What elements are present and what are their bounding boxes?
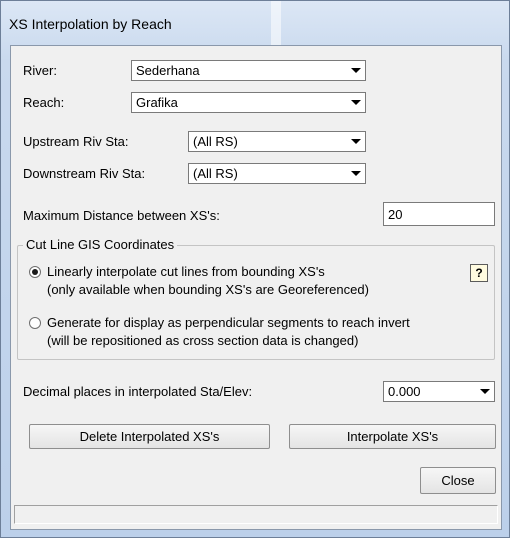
downstream-label: Downstream Riv Sta: <box>23 166 146 181</box>
dialog-client-area: River: Sederhana Reach: Grafika Upstream… <box>10 45 502 530</box>
reach-label: Reach: <box>23 95 65 110</box>
close-button[interactable]: Close <box>420 467 496 494</box>
downstream-dropdown[interactable]: (All RS) <box>188 163 366 184</box>
radio-linear-interpolate[interactable] <box>29 266 41 278</box>
upstream-dropdown[interactable]: (All RS) <box>188 131 366 152</box>
chevron-down-icon[interactable] <box>476 383 493 400</box>
option1-line1: Linearly interpolate cut lines from boun… <box>47 264 325 279</box>
dialog-window: XS Interpolation by Reach River: Sederha… <box>0 0 510 538</box>
max-distance-label: Maximum Distance between XS's: <box>23 208 220 223</box>
downstream-value: (All RS) <box>193 166 238 181</box>
delete-interpolated-button[interactable]: Delete Interpolated XS's <box>29 424 270 449</box>
upstream-label: Upstream Riv Sta: <box>23 134 129 149</box>
option2-line2: (will be repositioned as cross section d… <box>47 333 359 348</box>
help-icon[interactable]: ? <box>470 264 488 282</box>
radio-perpendicular-segments[interactable] <box>29 317 41 329</box>
chevron-down-icon[interactable] <box>347 94 364 111</box>
upstream-value: (All RS) <box>193 134 238 149</box>
reach-dropdown[interactable]: Grafika <box>131 92 366 113</box>
max-distance-field[interactable] <box>383 202 495 226</box>
decimal-label: Decimal places in interpolated Sta/Elev: <box>23 384 253 399</box>
option2-line1: Generate for display as perpendicular se… <box>47 315 410 330</box>
river-value: Sederhana <box>136 63 200 78</box>
reach-value: Grafika <box>136 95 178 110</box>
cutline-group-title: Cut Line GIS Coordinates <box>23 237 178 252</box>
status-bar <box>14 505 498 524</box>
title-glare <box>271 1 281 45</box>
chevron-down-icon[interactable] <box>347 62 364 79</box>
river-dropdown[interactable]: Sederhana <box>131 60 366 81</box>
max-distance-input[interactable] <box>384 203 494 225</box>
river-label: River: <box>23 63 57 78</box>
decimal-value: 0.000 <box>388 384 421 399</box>
window-title: XS Interpolation by Reach <box>9 16 172 32</box>
option1-line2: (only available when bounding XS's are G… <box>47 282 369 297</box>
chevron-down-icon[interactable] <box>347 133 364 150</box>
decimal-dropdown[interactable]: 0.000 <box>383 381 495 402</box>
chevron-down-icon[interactable] <box>347 165 364 182</box>
interpolate-button[interactable]: Interpolate XS's <box>289 424 496 449</box>
